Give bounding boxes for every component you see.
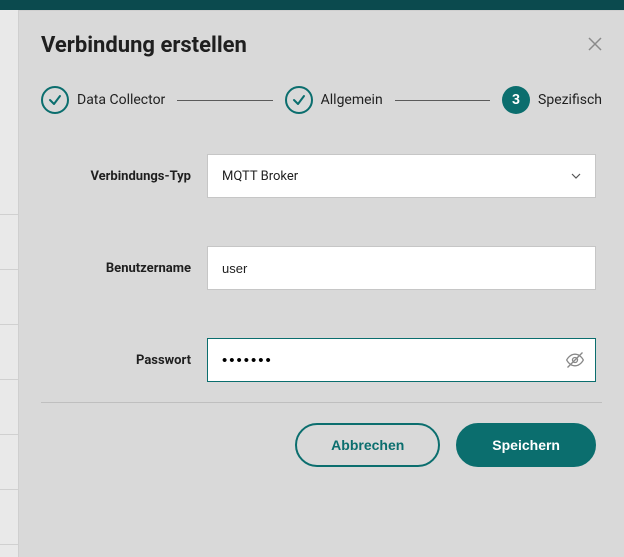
- toggle-password-visibility-icon[interactable]: [565, 350, 585, 370]
- check-icon: [285, 86, 313, 114]
- connection-type-label: Verbindungs-Typ: [47, 169, 207, 184]
- password-field-wrap: [207, 338, 596, 382]
- modal-footer: Abbrechen Speichern: [19, 403, 624, 491]
- step-label: Data Collector: [77, 92, 165, 108]
- step-connector: [395, 100, 490, 101]
- step-data-collector[interactable]: Data Collector: [41, 86, 165, 114]
- save-button[interactable]: Speichern: [456, 423, 596, 467]
- check-icon: [41, 86, 69, 114]
- step-number-badge: 3: [502, 86, 530, 114]
- background-list-lines: [0, 160, 18, 545]
- step-allgemein[interactable]: Allgemein: [285, 86, 383, 114]
- chevron-down-icon: [571, 169, 581, 183]
- row-password: Passwort: [47, 338, 596, 382]
- app-top-bar: [0, 0, 624, 10]
- modal-title: Verbindung erstellen: [41, 33, 247, 58]
- row-connection-type: Verbindungs-Typ MQTT Broker: [47, 154, 596, 198]
- connection-type-select[interactable]: MQTT Broker: [207, 154, 596, 198]
- create-connection-modal: Verbindung erstellen Data Collector Allg…: [18, 10, 624, 557]
- username-input[interactable]: [207, 246, 596, 290]
- password-label: Passwort: [47, 353, 207, 368]
- step-connector: [177, 100, 272, 101]
- form-area: Verbindungs-Typ MQTT Broker Benutzername…: [19, 154, 624, 382]
- wizard-stepper: Data Collector Allgemein 3 Spezifisch: [19, 86, 624, 154]
- step-spezifisch[interactable]: 3 Spezifisch: [502, 86, 602, 114]
- row-username: Benutzername: [47, 246, 596, 290]
- username-label: Benutzername: [47, 261, 207, 276]
- modal-header: Verbindung erstellen: [19, 11, 624, 86]
- cancel-button[interactable]: Abbrechen: [295, 423, 440, 467]
- step-label: Allgemein: [321, 92, 383, 108]
- connection-type-value: MQTT Broker: [222, 169, 298, 184]
- password-input[interactable]: [208, 339, 565, 381]
- step-label: Spezifisch: [538, 92, 602, 108]
- close-icon[interactable]: [588, 37, 602, 54]
